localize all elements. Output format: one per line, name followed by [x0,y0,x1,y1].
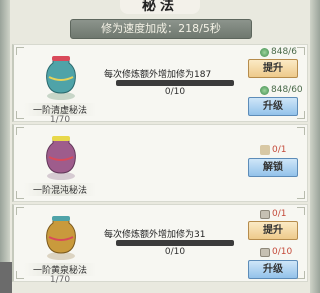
unlock-button[interactable]: 解锁 [248,158,298,177]
technique-card-huangquan: 一阶黄泉秘法 1/70 每次修炼额外增加修为31 0/10 0/1 提升 0/1… [12,204,308,285]
speed-bonus-banner: 修为速度加成：218/5秒 [70,19,252,39]
left-border-decoration [0,0,10,293]
page-title: 秘法 [120,0,200,14]
progress-text: 0/10 [164,87,186,97]
progress-bar [116,240,234,246]
cost-text: 0/1 [272,209,287,219]
technique-card-qingxu: 一阶清虚秘法 1/70 每次修炼额外增加修为187 0/10 848/6 提升 … [12,44,308,125]
scroll-icon [260,247,270,257]
technique-description: 每次修炼额外增加修为31 [104,230,206,240]
spirit-stone-icon [260,85,269,95]
cost-levelup: 848/60 [260,85,320,95]
technique-description: 每次修炼额外增加修为187 [104,70,212,80]
cost-text: 848/6 [271,47,297,57]
enhance-button[interactable]: 提升 [248,221,298,240]
cost-text: 848/60 [271,85,303,95]
technique-card-hundun: 一阶混沌秘法 0/1 解锁 [12,124,308,202]
technique-level: 1/70 [49,275,71,285]
cost-levelup: 0/10 [260,247,320,257]
level-up-button[interactable]: 升级 [248,97,298,116]
cost-upgrade: 0/1 [260,209,320,219]
purple-vase-icon[interactable] [41,131,81,181]
technique-name: 一阶混沌秘法 [24,183,96,196]
cost-unlock: 0/1 [260,145,320,155]
cost-text: 0/10 [272,247,293,257]
scroll-icon [260,209,270,219]
character-figure-decoration [0,262,12,293]
unlock-token-icon [260,145,270,155]
jade-vase-icon[interactable] [41,51,81,101]
level-up-button[interactable]: 升级 [248,260,298,279]
progress-text: 0/10 [164,247,186,257]
gold-vase-icon[interactable] [41,211,81,261]
progress-bar [116,80,234,86]
cost-text: 0/1 [272,145,287,155]
spirit-stone-icon [260,47,269,57]
enhance-button[interactable]: 提升 [248,59,298,78]
cost-upgrade: 848/6 [260,47,320,57]
